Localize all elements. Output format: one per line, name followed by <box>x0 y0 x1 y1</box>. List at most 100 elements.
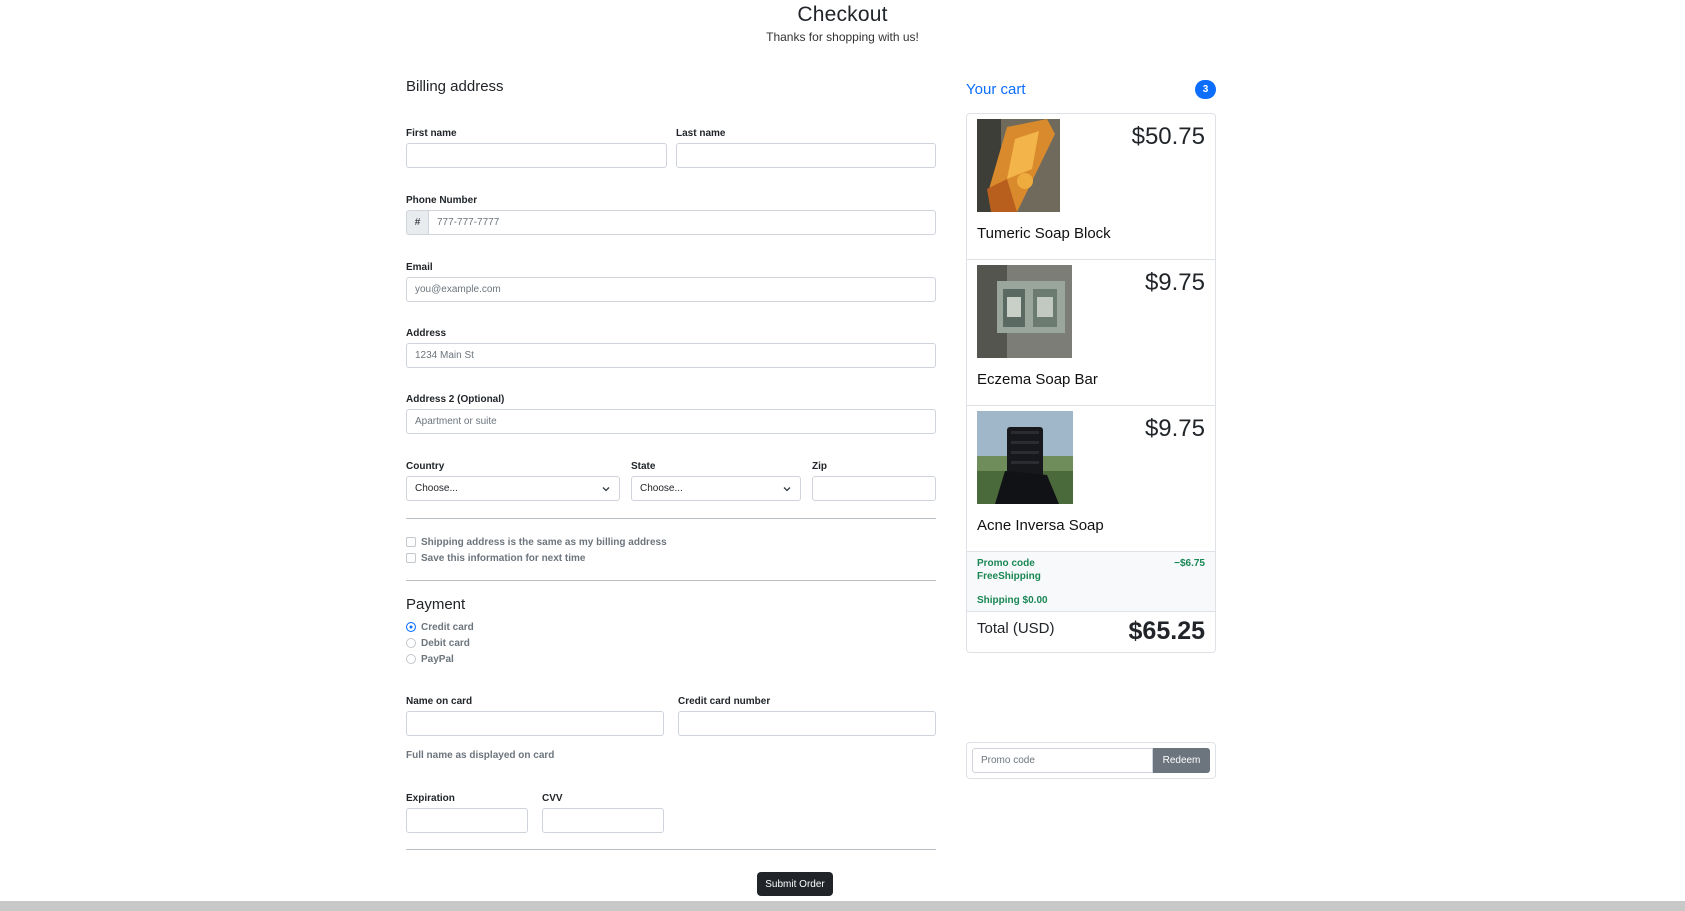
expiration-group: Expiration <box>406 793 528 833</box>
total-label: Total (USD) <box>977 620 1055 637</box>
divider <box>406 849 936 850</box>
page-header: Checkout Thanks for shopping with us! <box>0 0 1685 44</box>
total-value: $65.25 <box>1128 617 1205 645</box>
expiration-input[interactable] <box>406 808 528 833</box>
first-name-label: First name <box>406 128 457 139</box>
same-address-checkbox[interactable]: Shipping address is the same as my billi… <box>406 534 936 550</box>
email-group: Email <box>406 262 936 302</box>
radio-button[interactable] <box>406 622 416 632</box>
page-subtitle: Thanks for shopping with us! <box>766 30 919 44</box>
page-title: Checkout <box>797 3 888 26</box>
options-group: Shipping address is the same as my billi… <box>406 534 936 566</box>
chevron-down-icon <box>783 486 791 491</box>
state-group: State Choose... <box>631 461 801 501</box>
phone-group: Phone Number # <box>406 195 936 235</box>
payment-method-paypal[interactable]: PayPal <box>406 651 606 667</box>
state-label: State <box>631 461 656 472</box>
payment-method-label: PayPal <box>421 653 454 665</box>
divider <box>406 580 936 581</box>
last-name-input[interactable] <box>676 143 936 168</box>
first-name-group: First name <box>406 128 667 168</box>
phone-input[interactable] <box>428 210 936 235</box>
cvv-input[interactable] <box>542 808 664 833</box>
item-name: Tumeric Soap Block <box>977 225 1111 242</box>
item-price: $9.75 <box>1144 415 1205 442</box>
item-price: $9.75 <box>1144 269 1205 296</box>
cart-count-badge: 3 <box>1195 79 1216 99</box>
card-number-group: Credit card number <box>678 696 936 736</box>
item-name: Acne Inversa Soap <box>977 517 1104 534</box>
redeem-form: Redeem <box>966 742 1216 779</box>
shipping-cost: Shipping $0.00 <box>977 595 1048 606</box>
name-on-card-help: Full name as displayed on card <box>406 750 555 761</box>
first-name-input[interactable] <box>406 143 667 168</box>
cvv-group: CVV <box>542 793 664 833</box>
address-input[interactable] <box>406 343 936 368</box>
cart-header: Your cart 3 <box>966 78 1216 100</box>
product-image <box>977 411 1073 504</box>
cart-title: Your cart <box>966 80 1026 98</box>
payment-method-credit[interactable]: Credit card <box>406 619 606 635</box>
address-group: Address <box>406 328 936 368</box>
zip-label: Zip <box>812 461 827 472</box>
address-label: Address <box>406 328 447 339</box>
last-name-label: Last name <box>676 128 726 139</box>
payment-method-label: Debit card <box>421 637 470 649</box>
product-image <box>977 119 1060 212</box>
last-name-group: Last name <box>676 128 936 168</box>
address2-label: Address 2 (Optional) <box>406 394 505 405</box>
cart-list: $50.75 Tumeric Soap Block $9.75 Eczema S… <box>966 113 1216 653</box>
total-row: Total (USD) $65.25 <box>967 612 1215 652</box>
country-label: Country <box>406 461 445 472</box>
checkbox-box[interactable] <box>406 553 416 563</box>
card-number-input[interactable] <box>678 711 936 736</box>
checkbox-box[interactable] <box>406 537 416 547</box>
save-info-checkbox[interactable]: Save this information for next time <box>406 550 936 566</box>
address2-input[interactable] <box>406 409 936 434</box>
cart-item: $9.75 Acne Inversa Soap <box>967 406 1215 552</box>
payment-title: Payment <box>406 596 466 613</box>
cart-panel: Your cart 3 $50.75 Tumeric Soap Block $9… <box>966 78 1216 779</box>
item-price: $50.75 <box>1131 123 1205 150</box>
promo-code-input[interactable] <box>972 748 1153 773</box>
save-info-label: Save this information for next time <box>421 552 586 564</box>
promo-label: Promo code <box>977 558 1035 569</box>
radio-button[interactable] <box>406 638 416 648</box>
country-select[interactable]: Choose... <box>406 476 620 501</box>
state-select[interactable]: Choose... <box>631 476 801 501</box>
name-on-card-label: Name on card <box>406 696 473 707</box>
phone-label: Phone Number <box>406 195 478 206</box>
zip-input[interactable] <box>812 476 936 501</box>
email-label: Email <box>406 262 433 273</box>
cart-item: $9.75 Eczema Soap Bar <box>967 260 1215 406</box>
item-name: Eczema Soap Bar <box>977 371 1098 388</box>
product-image <box>977 265 1072 358</box>
payment-method-debit[interactable]: Debit card <box>406 635 606 651</box>
state-value: Choose... <box>640 483 683 494</box>
country-group: Country Choose... <box>406 461 620 501</box>
same-address-label: Shipping address is the same as my billi… <box>421 536 667 548</box>
name-on-card-group: Name on card Full name as displayed on c… <box>406 696 664 761</box>
submit-order-button[interactable]: Submit Order <box>757 872 833 896</box>
promo-code: FreeShipping <box>977 571 1041 582</box>
promo-discount: −$6.75 <box>1174 558 1205 569</box>
billing-title: Billing address <box>406 78 504 95</box>
address2-group: Address 2 (Optional) <box>406 394 936 434</box>
bottom-scrollbar[interactable] <box>0 901 1685 911</box>
chevron-down-icon <box>602 486 610 491</box>
name-on-card-input[interactable] <box>406 711 664 736</box>
phone-prefix: # <box>406 210 428 235</box>
email-input[interactable] <box>406 277 936 302</box>
expiration-label: Expiration <box>406 793 455 804</box>
promo-summary: Promo code FreeShipping −$6.75 Shipping … <box>967 552 1215 612</box>
zip-group: Zip <box>812 461 936 501</box>
redeem-button[interactable]: Redeem <box>1153 748 1210 773</box>
card-number-label: Credit card number <box>678 696 771 707</box>
divider <box>406 518 936 519</box>
radio-button[interactable] <box>406 654 416 664</box>
payment-method-label: Credit card <box>421 621 474 633</box>
country-value: Choose... <box>415 483 458 494</box>
cvv-label: CVV <box>542 793 563 804</box>
payment-methods: Credit card Debit card PayPal <box>406 619 606 667</box>
cart-item: $50.75 Tumeric Soap Block <box>967 114 1215 260</box>
